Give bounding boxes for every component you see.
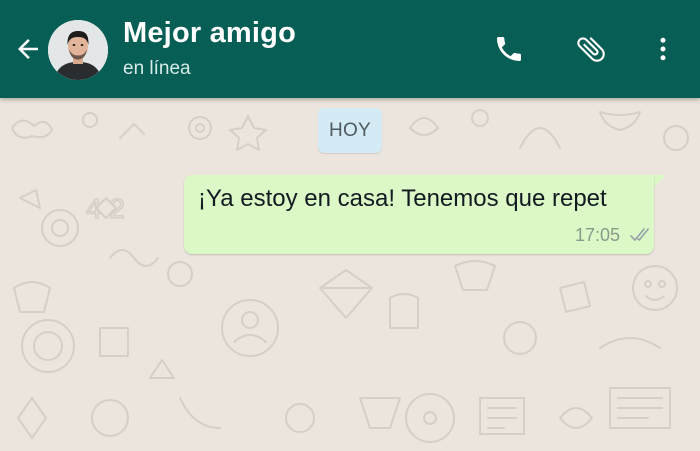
phone-icon [497,37,521,61]
arrow-back-icon [18,39,38,59]
contact-avatar[interactable] [48,20,108,80]
chat-area[interactable]: 4 2 HOY ¡Ya estoy en casa! Tenemos que r… [0,98,700,451]
voice-call-button[interactable] [489,29,529,69]
outgoing-message-bubble[interactable]: ¡Ya estoy en casa! Tenemos que repet 17:… [184,175,654,254]
date-divider: HOY [318,108,382,153]
contact-name[interactable]: Mejor amigo [123,17,296,50]
message-time: 17:05 [575,225,621,245]
attach-button[interactable] [571,29,611,69]
double-check-icon [630,228,649,241]
message-text: ¡Ya estoy en casa! Tenemos que repet [198,185,607,212]
avatar-photo [48,20,108,80]
app-bar: Mejor amigo en línea [0,0,700,98]
svg-text:4 2: 4 2 [86,193,125,224]
more-options-button[interactable] [643,29,683,69]
more-vert-icon [660,37,666,61]
bubble-tail [652,175,666,189]
paperclip-icon [577,36,605,62]
back-button[interactable] [8,29,48,69]
contact-status: en línea [123,58,191,79]
